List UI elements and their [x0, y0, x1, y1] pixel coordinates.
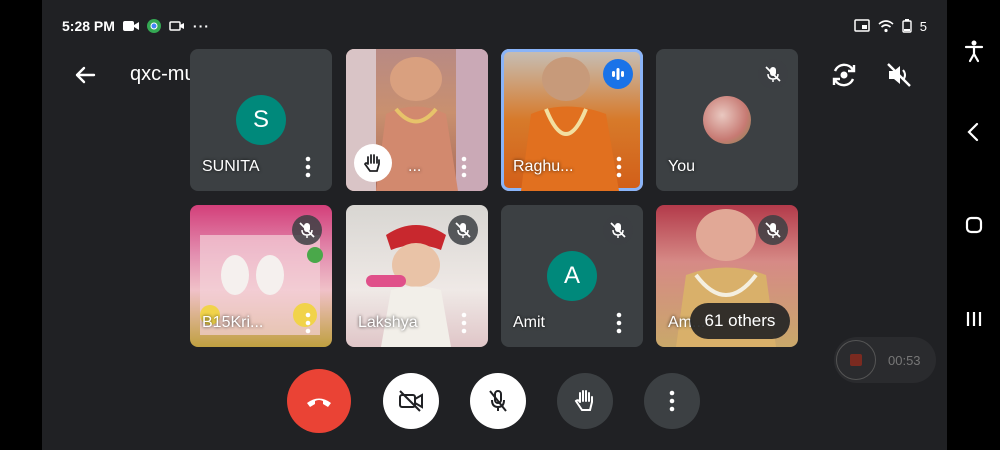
avatar: A [547, 251, 597, 301]
others-count-button[interactable]: 61 others [690, 303, 790, 339]
more-options-icon[interactable] [304, 312, 312, 334]
camera-toggle-button[interactable] [383, 373, 439, 429]
participant-tile-lakshya[interactable]: Lakshya [346, 205, 488, 347]
participant-name: ... [408, 158, 422, 175]
home-icon[interactable] [961, 212, 987, 238]
participant-name: B15Kri... [202, 314, 264, 331]
participant-tile-2[interactable]: ... [346, 49, 488, 191]
more-options-icon[interactable] [460, 312, 468, 334]
you-avatar [703, 96, 751, 144]
muted-badge [448, 215, 478, 245]
mic-off-icon [765, 66, 781, 82]
speaking-indicator [603, 59, 633, 89]
battery-level: 5 [919, 18, 927, 34]
muted-badge [603, 215, 633, 245]
battery-icon [902, 19, 912, 33]
end-call-button[interactable] [287, 369, 351, 433]
participant-tile-b15kri[interactable]: B15Kri... [190, 205, 332, 347]
back-icon[interactable] [961, 119, 987, 145]
record-stop-button[interactable] [836, 340, 876, 380]
participant-tile-raghu[interactable]: Raghu... [501, 49, 643, 191]
more-vertical-icon [669, 390, 675, 412]
participant-name: You [668, 158, 695, 175]
hang-up-icon [307, 398, 331, 407]
chrome-icon [146, 19, 161, 33]
more-options-button[interactable] [644, 373, 700, 429]
mic-off-icon [489, 390, 507, 412]
more-options-icon[interactable] [615, 312, 623, 334]
raised-hand-icon [363, 154, 380, 172]
video-notification-icon [122, 21, 139, 31]
status-bar: 5:28 PM ··· 5 [62, 14, 927, 38]
participant-tile-sunita[interactable]: S SUNITA [190, 49, 332, 191]
mic-off-icon [610, 222, 626, 238]
more-notifications-icon: ··· [192, 18, 210, 34]
participant-tile-you[interactable]: You [656, 49, 798, 191]
accessibility-icon[interactable] [961, 38, 987, 64]
mic-off-icon [455, 222, 471, 238]
more-options-icon[interactable] [304, 156, 312, 178]
muted-badge [292, 215, 322, 245]
raised-hand-badge [354, 144, 392, 182]
mic-toggle-button[interactable] [470, 373, 526, 429]
switch-camera-icon[interactable] [827, 58, 861, 92]
screen-recorder-widget[interactable]: 00:53 [834, 337, 936, 383]
recents-icon[interactable] [961, 306, 987, 332]
left-black-bar [0, 0, 42, 450]
participant-tile-amit[interactable]: A Amit [501, 205, 643, 347]
wifi-icon [878, 20, 894, 33]
audio-level-icon [612, 68, 624, 80]
recording-time: 00:53 [888, 352, 921, 368]
participant-name: Lakshya [358, 314, 418, 331]
participant-name: Amit [513, 314, 545, 331]
camera-notification-icon [169, 21, 184, 31]
participant-name: SUNITA [202, 158, 260, 175]
more-options-icon[interactable] [460, 156, 468, 178]
system-nav-bar [947, 0, 1000, 450]
meet-screen: 5:28 PM ··· 5 qxc-muhh-gox S SUNITA ... [42, 0, 947, 450]
raised-hand-icon [574, 390, 593, 411]
status-time: 5:28 PM [62, 18, 115, 34]
cast-icon [854, 19, 870, 32]
avatar: S [236, 95, 286, 145]
mic-off-icon [299, 222, 315, 238]
muted-badge [758, 215, 788, 245]
camera-off-icon [399, 390, 423, 412]
mic-off-icon [765, 222, 781, 238]
speaker-off-icon[interactable] [882, 58, 916, 92]
participant-name: Raghu... [513, 158, 574, 175]
more-options-icon[interactable] [615, 156, 623, 178]
muted-badge [758, 59, 788, 89]
back-arrow-icon[interactable] [70, 60, 100, 90]
raise-hand-button[interactable] [557, 373, 613, 429]
